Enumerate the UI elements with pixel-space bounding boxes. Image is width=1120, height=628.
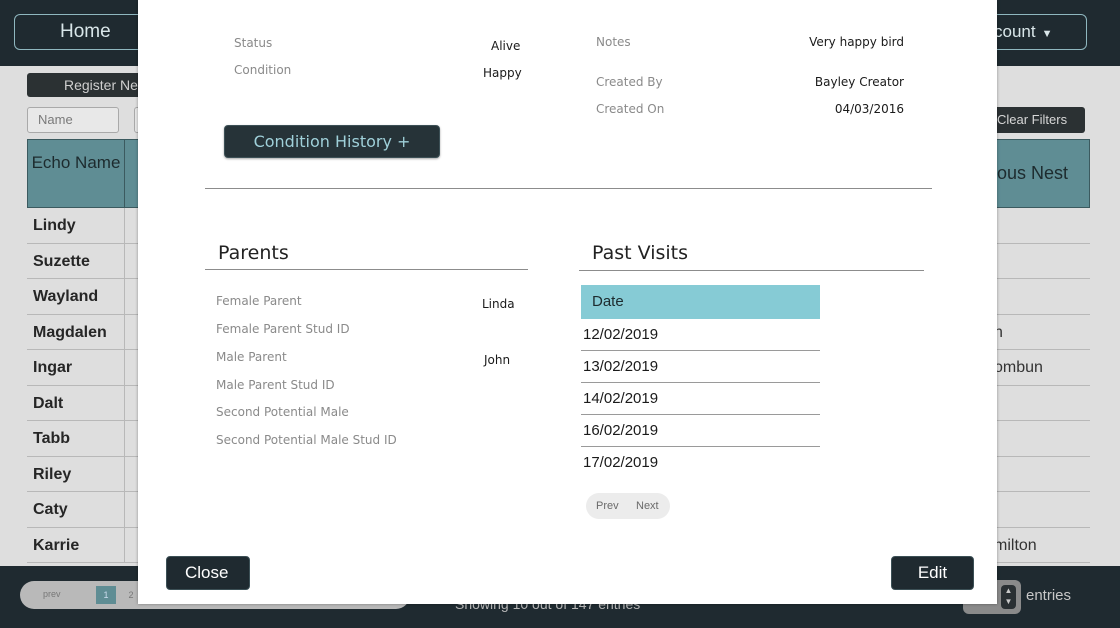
second-potential-male-label: Second Potential Male [216,405,349,419]
pager-prev[interactable]: prev [43,589,61,599]
table-row[interactable]: Caty [27,492,139,528]
row-name: Riley [27,456,125,491]
table-row[interactable]: Dalt [27,385,139,421]
pager-page-2[interactable]: 2 [123,586,139,604]
condition-label: Condition [234,63,292,77]
column-header-echo-name[interactable]: Echo Name [27,139,125,208]
table-row[interactable]: Wayland [27,279,139,315]
visits-column-header-date[interactable]: Date [581,285,820,319]
row-name: Suzette [27,243,125,278]
row-nest [990,208,1090,244]
table-row[interactable]: Magdalen [27,314,139,350]
parents-title: Parents [218,242,289,264]
pager-page-1[interactable]: 1 [96,586,116,604]
row-name: Wayland [27,279,125,314]
row-name: Lindy [27,208,125,243]
row-name: Magdalen [27,314,125,349]
created-on-value: 04/03/2016 [834,102,904,116]
table-row[interactable]: 17/02/2019 [581,447,820,479]
row-nest: n [990,315,1090,350]
male-parent-value: John [484,353,511,367]
row-nest [990,492,1090,528]
row-nest [990,244,1090,279]
condition-history-button[interactable]: Condition History + [224,125,440,158]
clear-filters-button[interactable]: Clear Filters [985,107,1085,133]
visits-prev-button[interactable]: Prev [596,493,619,519]
created-on-label: Created On [596,102,665,116]
male-parent-label: Male Parent [216,350,287,364]
table-row[interactable]: Riley [27,456,139,492]
row-nest: milton [990,528,1090,563]
table-row[interactable]: Tabb [27,421,139,457]
row-nest: ombun [990,350,1090,386]
past-visits-underline [579,270,924,271]
table-row[interactable]: Karrie [27,527,139,563]
row-name: Tabb [27,421,125,456]
parents-underline [205,269,528,270]
male-parent-stud-id-label: Male Parent Stud ID [216,378,335,392]
column-header-next [125,139,139,208]
section-divider [205,188,932,189]
row-nest [990,421,1090,457]
status-value: Alive [491,39,521,53]
table-row[interactable]: 14/02/2019 [581,383,820,415]
table-row[interactable]: Suzette [27,243,139,279]
table-row[interactable]: Ingar [27,350,139,386]
caret-down-icon: ▼ [1041,28,1053,40]
edit-button[interactable]: Edit [891,556,974,590]
created-by-label: Created By [596,75,663,89]
table-name-column: Lindy Suzette Wayland Magdalen Ingar Dal… [27,208,139,563]
row-name: Dalt [27,385,125,420]
row-nest [990,457,1090,492]
entries-label: entries [1026,587,1072,604]
table-row[interactable]: Lindy [27,208,139,244]
past-visits-title: Past Visits [592,242,689,264]
account-label: count [994,22,1036,41]
female-parent-value: Linda [482,297,515,311]
created-by-value: Bayley Creator [814,75,904,89]
updown-arrows-icon: ▲ ▼ [1001,585,1016,609]
name-filter-input[interactable]: Name [27,107,119,133]
female-parent-stud-id-label: Female Parent Stud ID [216,322,350,336]
status-label: Status [234,36,273,50]
bird-details-modal: Status Alive Condition Happy Notes Very … [138,0,997,604]
visits-pager: Prev Next [586,493,670,519]
past-visits-table: Date 12/02/2019 13/02/2019 14/02/2019 16… [581,285,820,479]
table-row[interactable]: 13/02/2019 [581,351,820,383]
row-nest [990,386,1090,421]
row-name: Ingar [27,350,125,385]
notes-label: Notes [596,35,631,49]
close-button[interactable]: Close [166,556,250,590]
second-potential-male-stud-id-label: Second Potential Male Stud ID [216,433,397,447]
row-nest [990,279,1090,315]
notes-value: Very happy bird [809,35,904,49]
row-name: Karrie [27,527,125,562]
condition-value: Happy [483,66,522,80]
table-row[interactable]: 12/02/2019 [581,319,820,351]
row-name: Caty [27,492,125,527]
column-header-previous-nest[interactable]: ous Nest [990,139,1090,208]
visits-next-button[interactable]: Next [636,493,659,519]
table-row[interactable]: 16/02/2019 [581,415,820,447]
table-nest-column: n ombun milton [990,208,1090,563]
female-parent-label: Female Parent [216,294,302,308]
